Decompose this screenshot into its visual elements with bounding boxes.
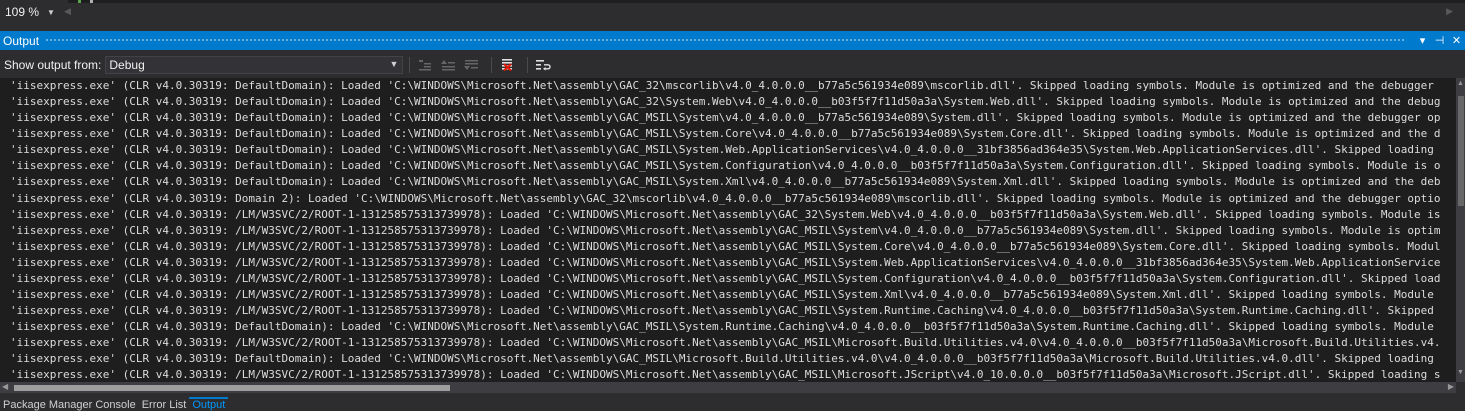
output-line: 'iisexpress.exe' (CLR v4.0.30319: Defaul… [10,143,1434,157]
output-line: 'iisexpress.exe' (CLR v4.0.30319: Defaul… [10,111,1441,125]
output-line: 'iisexpress.exe' (CLR v4.0.30319: /LM/W3… [10,304,1434,318]
output-line: 'iisexpress.exe' (CLR v4.0.30319: Defaul… [10,95,1441,109]
editor-horizontal-scrollbar[interactable]: ◀ ▶ [62,6,1465,18]
output-line: 'iisexpress.exe' (CLR v4.0.30319: /LM/W3… [10,271,1441,285]
output-line: 'iisexpress.exe' (CLR v4.0.30319: /LM/W3… [10,223,1441,237]
show-output-from-label: Show output from: [4,58,102,72]
output-line: 'iisexpress.exe' (CLR v4.0.30319: /LM/W3… [10,255,1441,269]
toolbar-separator [409,57,411,73]
vertical-scroll-thumb[interactable] [1458,96,1464,206]
scroll-up-icon[interactable]: ▲ [1457,80,1464,87]
bottom-tool-tabs: Package Manager Console Error List Output [0,397,1465,411]
panel-title: Output [3,33,40,48]
scroll-right-icon[interactable]: ▶ [1446,6,1453,17]
find-message-icon[interactable] [416,57,434,73]
output-line: 'iisexpress.exe' (CLR v4.0.30319: Defaul… [10,159,1441,173]
word-wrap-icon[interactable] [534,57,552,73]
output-source-select[interactable]: Debug ▼ [105,56,404,74]
output-toolbar: Show output from: Debug ▼ [0,54,1465,76]
zoom-dropdown[interactable]: 109 % ▼ [0,3,60,21]
clear-all-icon[interactable] [498,57,516,73]
toolbar-separator [527,57,529,73]
output-line: 'iisexpress.exe' (CLR v4.0.30319: /LM/W3… [10,336,1441,350]
tab-error-list[interactable]: Error List [139,397,190,411]
chevron-down-icon: ▼ [47,7,55,17]
scrollbar-corner [1456,382,1465,393]
toolbar-separator [491,57,493,73]
output-line: 'iisexpress.exe' (CLR v4.0.30319: /LM/W3… [10,207,1441,221]
output-line: 'iisexpress.exe' (CLR v4.0.30319: /LM/W3… [10,288,1434,302]
output-line: 'iisexpress.exe' (CLR v4.0.30319: Defaul… [10,79,1434,92]
pin-icon[interactable]: ⊣ [1431,34,1448,47]
scroll-right-icon[interactable]: ▶ [1448,382,1454,391]
tab-package-manager-console[interactable]: Package Manager Console [0,397,139,411]
scroll-left-icon[interactable]: ◀ [64,6,71,17]
scroll-left-icon[interactable]: ◀ [2,382,8,391]
cursor-marker-icon [90,0,93,3]
output-panel-header[interactable]: Output ▾ ⊣ ✕ [0,31,1465,50]
output-horizontal-scrollbar[interactable]: ◀ ▶ [0,382,1456,393]
output-line: 'iisexpress.exe' (CLR v4.0.30319: Defaul… [10,320,1434,334]
scroll-down-icon[interactable]: ▼ [1457,369,1464,376]
output-line: 'iisexpress.exe' (CLR v4.0.30319: Domain… [10,191,1441,205]
editor-bottom-strip: 109 % ▼ ◀ ▶ [0,0,1465,24]
output-vertical-scrollbar[interactable]: ▲ ▼ [1456,78,1465,382]
output-line: 'iisexpress.exe' (CLR v4.0.30319: Defaul… [10,175,1441,189]
output-text-area[interactable]: 'iisexpress.exe' (CLR v4.0.30319: Defaul… [0,78,1456,382]
window-position-button[interactable]: ▾ [1414,34,1431,47]
next-message-icon[interactable] [462,57,480,73]
output-source-value: Debug [109,58,145,72]
output-line: 'iisexpress.exe' (CLR v4.0.30319: Defaul… [10,352,1434,366]
editor-edge [68,0,1465,3]
horizontal-scroll-thumb[interactable] [14,385,450,391]
tab-output[interactable]: Output [189,397,229,411]
zoom-level: 109 % [5,5,40,19]
previous-message-icon[interactable] [439,57,457,73]
output-line: 'iisexpress.exe' (CLR v4.0.30319: /LM/W3… [10,239,1441,253]
change-marker-icon [78,0,81,3]
output-line: 'iisexpress.exe' (CLR v4.0.30319: /LM/W3… [10,368,1441,382]
output-line: 'iisexpress.exe' (CLR v4.0.30319: Defaul… [10,127,1441,141]
chevron-down-icon: ▼ [389,59,399,69]
close-icon[interactable]: ✕ [1448,34,1465,47]
drag-grip[interactable] [45,38,1406,43]
